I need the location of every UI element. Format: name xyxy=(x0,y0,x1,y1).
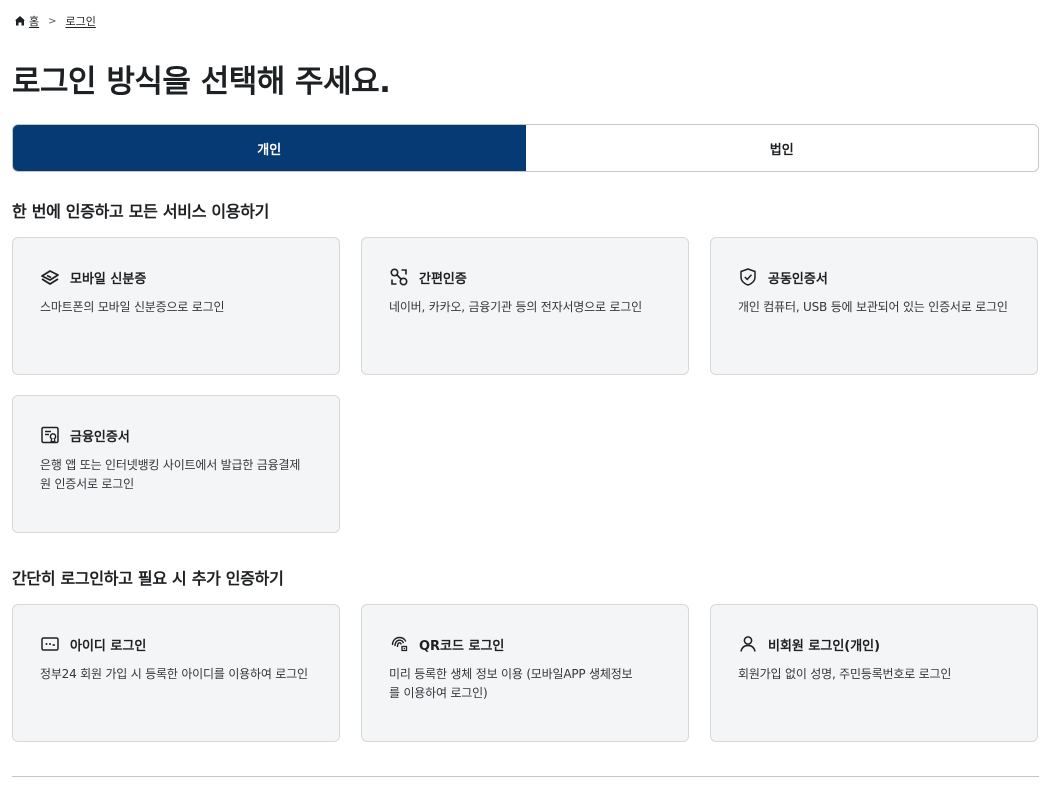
card-title: 금융인증서 xyxy=(70,429,130,445)
certificate-icon xyxy=(41,426,59,444)
card-description: 정부24 회원 가입 시 등록한 아이디를 이용하여 로그인 xyxy=(40,667,308,681)
card-description: 은행 앱 또는 인터넷뱅킹 사이트에서 발급한 금융결제원 인증서로 로그인 xyxy=(40,458,301,491)
home-icon xyxy=(15,16,25,26)
breadcrumb-current-link[interactable]: 로그인 xyxy=(66,13,96,29)
page-title: 로그인 방식을 선택해 주세요. xyxy=(12,64,391,100)
card-mobile-id[interactable]: 모바일 신분증 스마트폰의 모바일 신분증으로 로그인 xyxy=(12,237,340,375)
card-guest-login[interactable]: 비회원 로그인(개인) 회원가입 없이 성명, 주민등록번호로 로그인 xyxy=(710,604,1038,742)
shield-check-icon xyxy=(740,268,756,286)
breadcrumb-separator: > xyxy=(48,15,57,27)
tab-corporate[interactable]: 법인 xyxy=(525,125,1038,171)
id-card-icon xyxy=(41,270,59,285)
card-qr-login[interactable]: QR코드 로그인 미리 등록한 생체 정보 이용 (모바일APP 생체정보를 이… xyxy=(361,604,689,742)
section-title-simple-login: 간단히 로그인하고 필요 시 추가 인증하기 xyxy=(12,569,284,588)
card-title: 공동인증서 xyxy=(768,271,828,287)
card-simple-auth[interactable]: 간편인증 네이버, 카카오, 금융기관 등의 전자서명으로 로그인 xyxy=(361,237,689,375)
breadcrumb-home-link[interactable]: 홈 xyxy=(29,13,39,29)
card-description: 회원가입 없이 성명, 주민등록번호로 로그인 xyxy=(738,667,952,681)
link-icon xyxy=(390,268,408,286)
user-icon xyxy=(740,636,756,652)
card-description: 미리 등록한 생체 정보 이용 (모바일APP 생체정보를 이용하여 로그인) xyxy=(389,667,633,700)
password-icon xyxy=(41,637,59,651)
card-title: 비회원 로그인(개인) xyxy=(768,638,881,654)
card-title: QR코드 로그인 xyxy=(419,638,505,654)
card-description: 네이버, 카카오, 금융기관 등의 전자서명으로 로그인 xyxy=(389,300,642,314)
card-title: 모바일 신분증 xyxy=(70,271,147,287)
tab-personal[interactable]: 개인 xyxy=(13,125,526,171)
card-title: 아이디 로그인 xyxy=(70,638,147,654)
fingerprint-icon xyxy=(391,636,408,652)
card-financial-certificate[interactable]: 금융인증서 은행 앱 또는 인터넷뱅킹 사이트에서 발급한 금융결제원 인증서로… xyxy=(12,395,340,533)
bottom-divider xyxy=(12,776,1039,777)
user-type-tabs: 개인 법인 xyxy=(12,124,1039,172)
section-title-full-auth: 한 번에 인증하고 모든 서비스 이용하기 xyxy=(12,202,270,221)
card-joint-certificate[interactable]: 공동인증서 개인 컴퓨터, USB 등에 보관되어 있는 인증서로 로그인 xyxy=(710,237,1038,375)
card-description: 스마트폰의 모바일 신분증으로 로그인 xyxy=(40,300,225,314)
card-title: 간편인증 xyxy=(419,271,467,287)
card-description: 개인 컴퓨터, USB 등에 보관되어 있는 인증서로 로그인 xyxy=(738,300,1008,314)
card-id-login[interactable]: 아이디 로그인 정부24 회원 가입 시 등록한 아이디를 이용하여 로그인 xyxy=(12,604,340,742)
breadcrumb: 홈 > 로그인 xyxy=(14,13,96,29)
